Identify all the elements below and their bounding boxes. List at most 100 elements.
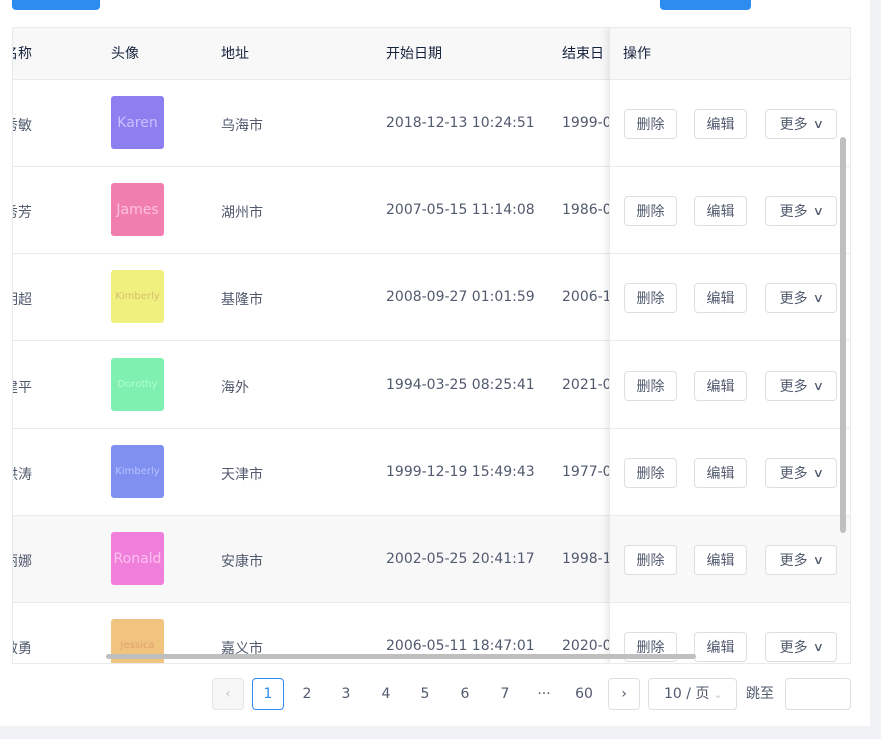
cell-address: 安康市 xyxy=(221,554,263,570)
chevron-down-icon: ∨ xyxy=(812,466,824,480)
edit-button[interactable]: 编辑 xyxy=(694,109,747,139)
more-dropdown-button[interactable]: 更多 ∨ xyxy=(765,109,837,139)
chevron-down-icon: ∨ xyxy=(812,291,824,305)
edit-button[interactable]: 编辑 xyxy=(694,545,747,575)
page-item[interactable]: 2 xyxy=(291,678,323,710)
edit-button[interactable]: 编辑 xyxy=(694,283,747,313)
actions-row: 删除 编辑 更多 ∨ xyxy=(610,342,850,429)
more-dropdown-button[interactable]: 更多 ∨ xyxy=(765,196,837,226)
page-size-value: 10 / 页 xyxy=(664,686,710,702)
top-left-button[interactable] xyxy=(12,0,100,10)
actions-row: 删除 编辑 更多 ∨ xyxy=(610,429,850,516)
next-page-button[interactable]: › xyxy=(608,678,640,710)
chevron-down-icon: ∨ xyxy=(812,553,824,567)
avatar: Dorothy xyxy=(111,358,164,411)
cell-name: 建平 xyxy=(13,380,32,396)
jump-page-input[interactable] xyxy=(785,678,851,710)
cell-end-date: 1998-1 xyxy=(562,551,612,567)
cell-name: 敏勇 xyxy=(13,641,32,657)
delete-button[interactable]: 删除 xyxy=(624,371,677,401)
more-label: 更多 xyxy=(779,379,808,395)
cell-start-date: 1999-12-19 15:49:43 xyxy=(386,464,535,480)
avatar: Kimberly xyxy=(111,445,164,498)
header-name[interactable]: 名称 xyxy=(13,28,32,80)
edit-button[interactable]: 编辑 xyxy=(694,196,747,226)
cell-end-date: 1999-0 xyxy=(562,115,612,131)
cell-name: 明超 xyxy=(13,292,32,308)
avatar: Ronald xyxy=(111,532,164,585)
chevron-down-icon: ∨ xyxy=(812,204,824,218)
edit-button[interactable]: 编辑 xyxy=(694,632,747,662)
edit-button[interactable]: 编辑 xyxy=(694,371,747,401)
cell-address: 乌海市 xyxy=(221,118,263,134)
delete-button[interactable]: 删除 xyxy=(624,283,677,313)
header-end-date[interactable]: 结束日 xyxy=(562,28,604,80)
delete-button[interactable]: 删除 xyxy=(624,458,677,488)
page-item[interactable]: 60 xyxy=(568,678,600,710)
more-dropdown-button[interactable]: 更多 ∨ xyxy=(765,632,837,662)
page-item[interactable]: 1 xyxy=(252,678,284,710)
page-ellipsis[interactable]: ··· xyxy=(528,678,560,710)
more-label: 更多 xyxy=(779,466,808,482)
page-item[interactable]: 7 xyxy=(489,678,521,710)
avatar-label: James xyxy=(116,201,159,218)
more-dropdown-button[interactable]: 更多 ∨ xyxy=(765,371,837,401)
cell-address: 基隆市 xyxy=(221,292,263,308)
actions-row: 删除 编辑 更多 ∨ xyxy=(610,516,850,603)
avatar-label: Kimberly xyxy=(115,466,160,477)
page-container: 名称 头像 地址 开始日期 结束日 秀敏 Karen 乌海市 2018-12-13 1… xyxy=(0,0,870,726)
avatar-label: Ronald xyxy=(113,550,162,567)
delete-button[interactable]: 删除 xyxy=(624,545,677,575)
top-right-button[interactable] xyxy=(660,0,751,10)
page-item[interactable]: 3 xyxy=(330,678,362,710)
delete-button[interactable]: 删除 xyxy=(624,196,677,226)
page-item[interactable]: 6 xyxy=(449,678,481,710)
more-label: 更多 xyxy=(779,291,808,307)
cell-end-date: 1977-0 xyxy=(562,464,612,480)
cell-end-date: 2006-1 xyxy=(562,289,612,305)
more-label: 更多 xyxy=(779,117,808,133)
avatar-label: Jessica xyxy=(120,640,155,651)
prev-page-button[interactable]: ‹ xyxy=(212,678,244,710)
cell-name: 秀敏 xyxy=(13,118,32,134)
header-start-date[interactable]: 开始日期 xyxy=(386,28,442,80)
chevron-down-icon: ∨ xyxy=(812,640,824,654)
avatar-label: Karen xyxy=(117,114,158,131)
horizontal-scrollbar[interactable] xyxy=(106,654,696,659)
actions-fixed-column: 操作 删除 编辑 更多 ∨ 删除 编辑 更多 ∨ 删除 编辑 更多 ∨ 删除 编辑 更多 ∨ 删除 编辑 更多 ∨ 删除… xyxy=(609,28,850,663)
delete-button[interactable]: 删除 xyxy=(624,109,677,139)
cell-start-date: 2007-05-15 11:14:08 xyxy=(386,202,535,218)
more-dropdown-button[interactable]: 更多 ∨ xyxy=(765,545,837,575)
more-label: 更多 xyxy=(779,553,808,569)
more-dropdown-button[interactable]: 更多 ∨ xyxy=(765,458,837,488)
actions-row: 删除 编辑 更多 ∨ xyxy=(610,167,850,254)
cell-start-date: 2018-12-13 10:24:51 xyxy=(386,115,535,131)
avatar: Kimberly xyxy=(111,270,164,323)
avatar: Karen xyxy=(111,96,164,149)
page-size-select[interactable]: 10 / 页 ⌄ xyxy=(648,678,737,710)
actions-row: 删除 编辑 更多 ∨ xyxy=(610,80,850,167)
header-avatar[interactable]: 头像 xyxy=(111,28,139,80)
jump-label: 跳至 xyxy=(746,686,774,702)
cell-start-date: 1994-03-25 08:25:41 xyxy=(386,377,535,393)
avatar-label: Kimberly xyxy=(115,291,160,302)
cell-start-date: 2002-05-25 20:41:17 xyxy=(386,551,535,567)
more-dropdown-button[interactable]: 更多 ∨ xyxy=(765,283,837,313)
cell-end-date: 2021-0 xyxy=(562,377,612,393)
header-actions: 操作 xyxy=(623,46,651,62)
page-item[interactable]: 5 xyxy=(409,678,441,710)
avatar-label: Dorothy xyxy=(117,379,158,390)
data-table: 名称 头像 地址 开始日期 结束日 秀敏 Karen 乌海市 2018-12-13 1… xyxy=(12,27,851,664)
cell-address: 海外 xyxy=(221,380,249,396)
edit-button[interactable]: 编辑 xyxy=(694,458,747,488)
header-actions-cell: 操作 xyxy=(610,28,850,80)
header-address[interactable]: 地址 xyxy=(221,28,249,80)
page-item[interactable]: 4 xyxy=(370,678,402,710)
vertical-scrollbar[interactable] xyxy=(840,137,846,533)
actions-row: 删除 编辑 更多 ∨ xyxy=(610,254,850,341)
cell-end-date: 1986-0 xyxy=(562,202,612,218)
cell-name: 洪涛 xyxy=(13,467,32,483)
chevron-down-icon: ∨ xyxy=(812,379,824,393)
cell-end-date: 2020-0 xyxy=(562,638,612,654)
cell-name: 秀芳 xyxy=(13,205,32,221)
